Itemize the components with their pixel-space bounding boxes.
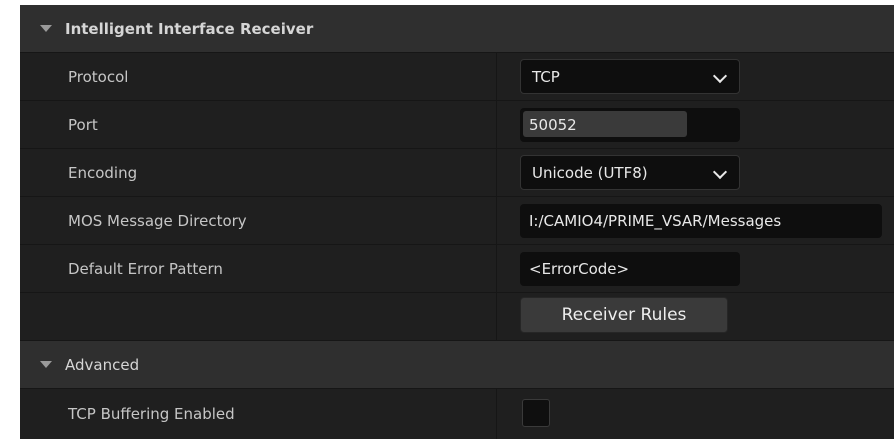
details-panel: Intelligent Interface Receiver Protocol … <box>20 5 894 439</box>
category-title: Advanced <box>65 355 140 374</box>
property-label-mos-message-directory: MOS Message Directory <box>68 211 247 230</box>
property-label-port: Port <box>68 115 98 134</box>
column-splitter[interactable] <box>496 149 497 196</box>
property-label-protocol: Protocol <box>68 67 129 86</box>
category-title: Intelligent Interface Receiver <box>65 19 314 38</box>
property-row-default-error-pattern: Default Error Pattern <ErrorCode> <box>20 245 894 293</box>
property-row-protocol: Protocol TCP <box>20 53 894 101</box>
property-label-default-error-pattern: Default Error Pattern <box>68 259 223 278</box>
triangle-down-icon[interactable] <box>40 25 52 32</box>
category-intelligent-interface-receiver[interactable]: Intelligent Interface Receiver <box>20 5 894 53</box>
category-advanced[interactable]: Advanced <box>20 341 894 389</box>
property-label-tcp-buffering: TCP Buffering Enabled <box>68 405 235 423</box>
column-splitter[interactable] <box>496 53 497 100</box>
property-row-receiver-rules: Receiver Rules <box>20 293 894 341</box>
mos-directory-value: I:/CAMIO4/PRIME_VSAR/Messages <box>529 212 782 230</box>
error-pattern-value: <ErrorCode> <box>529 260 630 278</box>
mos-directory-input[interactable]: I:/CAMIO4/PRIME_VSAR/Messages <box>520 204 882 238</box>
chevron-down-icon <box>712 164 728 180</box>
port-value: 50052 <box>529 116 577 134</box>
property-row-port: Port 50052 <box>20 101 894 149</box>
protocol-dropdown[interactable]: TCP <box>520 59 740 94</box>
error-pattern-input[interactable]: <ErrorCode> <box>520 252 740 286</box>
column-splitter[interactable] <box>496 293 497 340</box>
encoding-value: Unicode (UTF8) <box>532 163 648 182</box>
property-label-encoding: Encoding <box>68 163 138 182</box>
tcp-buffering-checkbox[interactable] <box>522 399 550 427</box>
column-splitter[interactable] <box>496 197 497 244</box>
triangle-down-icon[interactable] <box>40 361 52 368</box>
column-splitter[interactable] <box>496 389 497 439</box>
protocol-value: TCP <box>532 67 560 86</box>
property-row-encoding: Encoding Unicode (UTF8) <box>20 149 894 197</box>
encoding-dropdown[interactable]: Unicode (UTF8) <box>520 155 740 190</box>
column-splitter[interactable] <box>496 101 497 148</box>
property-row-mos-message-directory: MOS Message Directory I:/CAMIO4/PRIME_VS… <box>20 197 894 245</box>
port-number-input[interactable]: 50052 <box>520 108 740 142</box>
receiver-rules-button[interactable]: Receiver Rules <box>520 297 728 333</box>
column-splitter[interactable] <box>496 245 497 292</box>
chevron-down-icon <box>712 68 728 84</box>
property-row-tcp-buffering: TCP Buffering Enabled <box>20 389 894 439</box>
